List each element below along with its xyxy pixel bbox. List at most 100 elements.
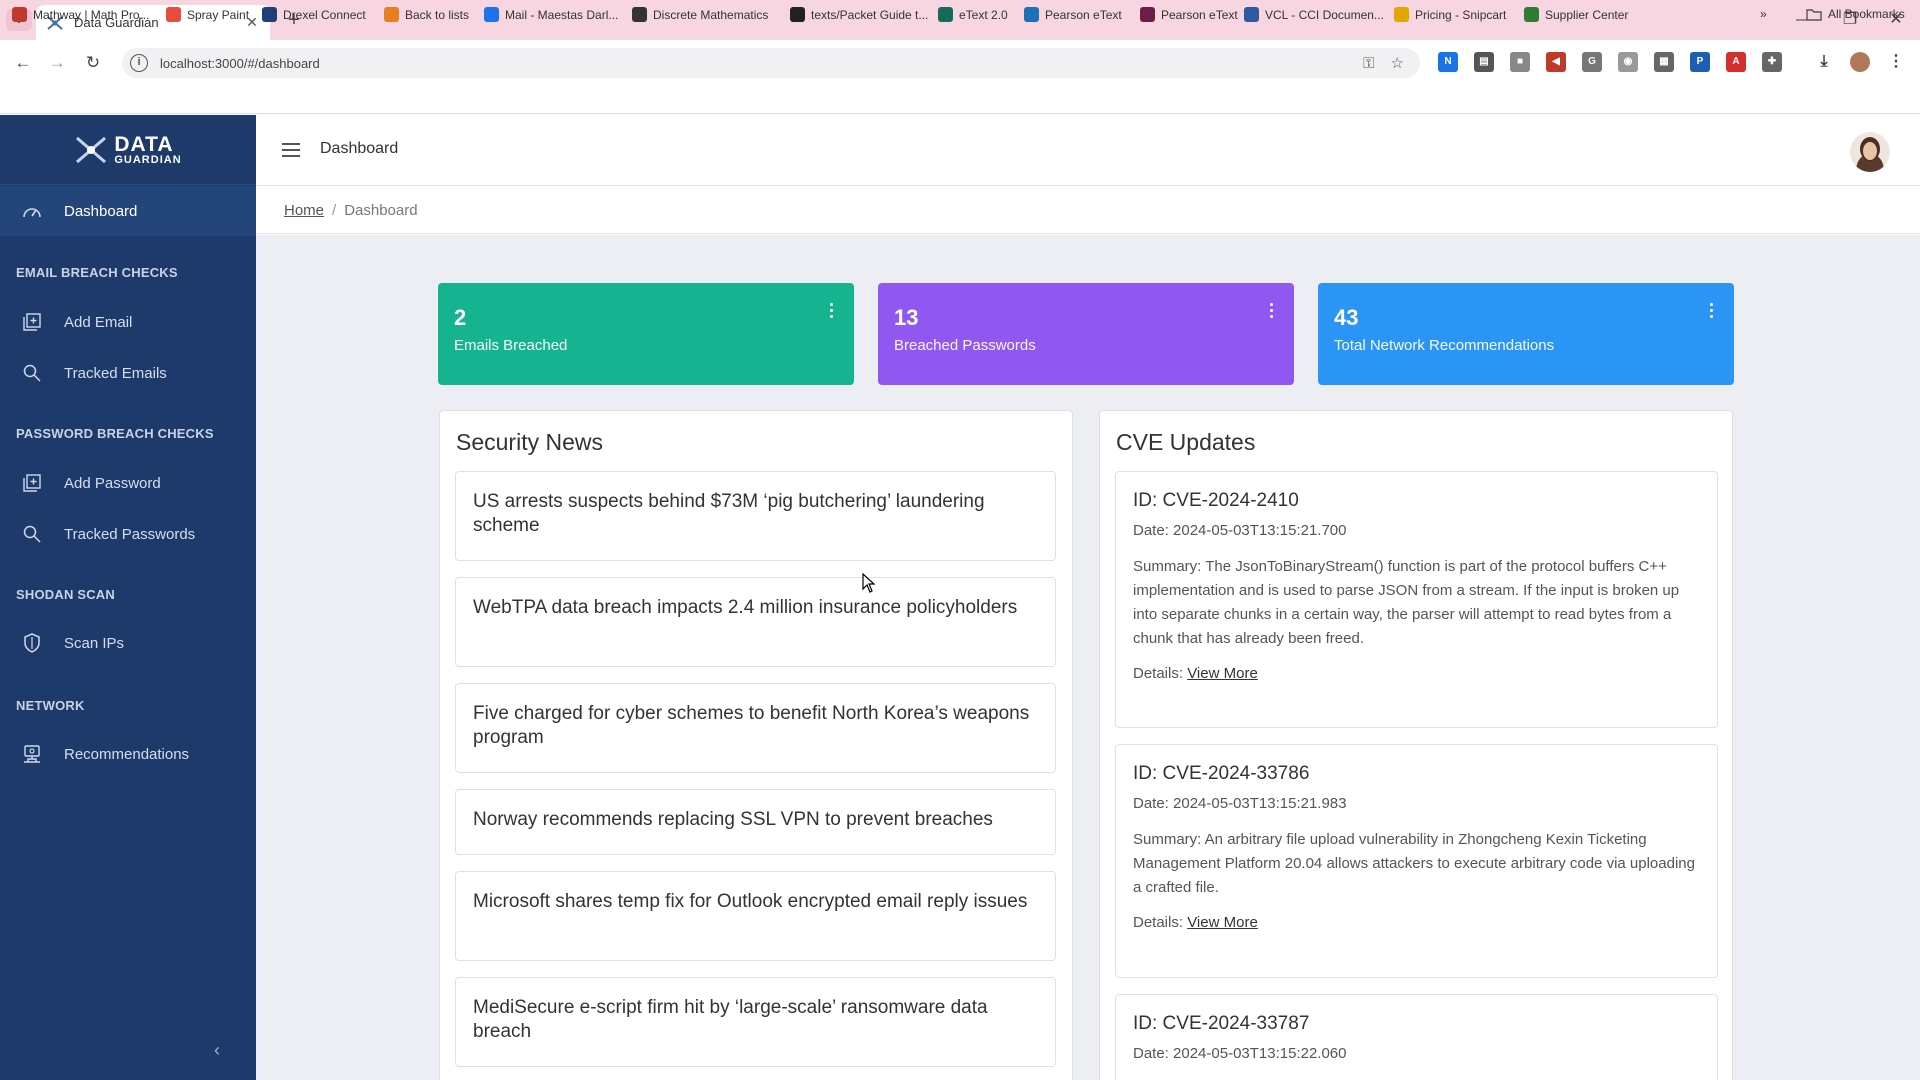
bookmark-favicon-icon — [1140, 7, 1155, 22]
stat-value: 43 — [1334, 305, 1359, 330]
bookmark-star-icon[interactable]: ☆ — [1391, 54, 1404, 72]
stat-card-emails-breached[interactable]: 2 Emails Breached — [438, 283, 854, 385]
bookmark-item[interactable]: Pearson eText — [1024, 7, 1122, 22]
bookmark-item[interactable]: texts/Packet Guide t... — [790, 7, 928, 22]
bookmark-item[interactable]: Discrete Mathematics — [632, 7, 768, 22]
folder-icon — [1806, 8, 1822, 21]
more-options-icon[interactable] — [1270, 303, 1274, 321]
extension-tag-icon[interactable]: ■ — [1510, 52, 1530, 72]
back-button[interactable]: ← — [12, 52, 34, 74]
address-bar[interactable]: i localhost:3000/#/dashboard ⚿ ☆ — [122, 48, 1420, 78]
bookmark-favicon-icon — [384, 7, 399, 22]
sidebar-item-label: Scan IPs — [64, 634, 125, 652]
cve-id: ID: CVE-2024-33787 — [1133, 1013, 1310, 1034]
extension-megaphone-icon[interactable]: ◀ — [1546, 52, 1566, 72]
search-icon — [20, 361, 44, 385]
bookmark-item[interactable]: Mail - Maestas Darl... — [484, 7, 618, 22]
extension-grid-icon[interactable]: ▦ — [1654, 52, 1674, 72]
site-info-icon[interactable]: i — [130, 54, 148, 72]
forward-button[interactable]: → — [46, 52, 68, 74]
news-item[interactable]: MediSecure e-script firm hit by ‘large-s… — [455, 977, 1056, 1067]
bookmark-item[interactable]: Spray Paint — [166, 7, 249, 22]
bookmark-item[interactable]: Pricing - Snipcart — [1394, 7, 1506, 22]
extension-n-icon[interactable]: N — [1438, 52, 1458, 72]
menu-toggle-icon[interactable] — [282, 143, 300, 161]
sidebar-item-add-password[interactable]: Add Password — [0, 458, 256, 508]
section-heading-network: NETWORK — [16, 698, 85, 713]
stat-card-network-recommendations[interactable]: 43 Total Network Recommendations — [1318, 283, 1734, 385]
password-key-icon[interactable]: ⚿ — [1363, 55, 1374, 72]
all-bookmarks-button[interactable]: All Bookmarks — [1806, 7, 1905, 21]
more-options-icon[interactable] — [830, 303, 834, 321]
sidebar-item-dashboard[interactable]: Dashboard — [0, 186, 256, 236]
cve-card: ID: CVE-2024-2410 Date: 2024-05-03T13:15… — [1115, 471, 1718, 728]
news-item[interactable]: Microsoft shares temp fix for Outlook en… — [455, 871, 1056, 961]
bookmark-item[interactable]: Supplier Center — [1524, 7, 1628, 22]
bookmark-favicon-icon — [166, 7, 181, 22]
bookmark-label: Discrete Mathematics — [653, 7, 769, 22]
bookmark-label: texts/Packet Guide t... — [811, 7, 929, 22]
view-more-link[interactable]: View More — [1187, 914, 1258, 931]
add-box-icon — [20, 310, 44, 334]
news-item[interactable]: Five charged for cyber schemes to benefi… — [455, 683, 1056, 773]
stat-label: Total Network Recommendations — [1334, 337, 1555, 354]
stat-card-breached-passwords[interactable]: 13 Breached Passwords — [878, 283, 1294, 385]
stat-value: 2 — [454, 305, 467, 330]
header-title: Dashboard — [320, 140, 399, 157]
download-icon[interactable]: ⤓ — [1814, 52, 1834, 72]
bookmarks-more-button[interactable]: » — [1760, 7, 1767, 21]
user-avatar[interactable] — [1850, 132, 1890, 172]
bookmark-item[interactable]: VCL - CCI Documen... — [1244, 7, 1384, 22]
cve-date: Date: 2024-05-03T13:15:21.983 — [1133, 795, 1347, 812]
sidebar-item-scan-ips[interactable]: Scan IPs — [0, 618, 256, 668]
cve-card: ID: CVE-2024-33787 Date: 2024-05-03T13:1… — [1115, 994, 1718, 1080]
news-item[interactable]: Norway recommends replacing SSL VPN to p… — [455, 789, 1056, 855]
more-options-icon[interactable] — [1710, 303, 1714, 321]
section-heading-password: PASSWORD BREACH CHECKS — [16, 426, 214, 441]
section-heading-shodan: SHODAN SCAN — [16, 587, 115, 602]
sidebar-item-label: Dashboard — [64, 202, 138, 220]
bookmark-item[interactable]: Pearson eText — [1140, 7, 1238, 22]
profile-avatar-icon[interactable] — [1850, 52, 1870, 72]
extensions-puzzle-icon[interactable]: ✚ — [1762, 52, 1782, 72]
brand-name-line2: GUARDIAN — [114, 153, 182, 166]
bookmark-item[interactable]: Mathway | Math Pro... — [12, 7, 150, 22]
cve-details: Details: View More — [1133, 914, 1258, 931]
bookmark-favicon-icon — [484, 7, 499, 22]
news-headline: Five charged for cyber schemes to benefi… — [473, 703, 1030, 748]
sidebar-item-tracked-passwords[interactable]: Tracked Passwords — [0, 509, 256, 559]
bookmark-item[interactable]: eText 2.0 — [938, 7, 1008, 22]
reload-button[interactable]: ↻ — [82, 52, 104, 74]
sidebar-item-label: Tracked Emails — [64, 364, 167, 382]
news-item[interactable]: WebTPA data breach impacts 2.4 million i… — [455, 577, 1056, 667]
cve-details: Details: View More — [1133, 665, 1258, 682]
news-item[interactable]: US arrests suspects behind $73M ‘pig but… — [455, 471, 1056, 561]
brand-logo[interactable]: DATA GUARDIAN — [0, 115, 256, 185]
browser-menu-icon[interactable]: ⋮ — [1886, 52, 1906, 72]
app-header: Dashboard — [256, 115, 1920, 186]
security-news-title: Security News — [456, 429, 603, 455]
extension-reader-icon[interactable]: ▤ — [1474, 52, 1494, 72]
extension-camera-icon[interactable]: ◉ — [1618, 52, 1638, 72]
bookmark-label: Mathway | Math Pro... — [33, 7, 150, 22]
extension-pdf-icon[interactable]: P — [1690, 52, 1710, 72]
extension-refresh-icon[interactable]: G — [1582, 52, 1602, 72]
bookmark-label: Supplier Center — [1545, 7, 1629, 22]
bookmark-favicon-icon — [262, 7, 277, 22]
breadcrumb-home-link[interactable]: Home — [284, 202, 324, 219]
bookmark-item[interactable]: Back to lists — [384, 7, 469, 22]
view-more-link[interactable]: View More — [1187, 665, 1258, 682]
news-headline: WebTPA data breach impacts 2.4 million i… — [473, 597, 1018, 618]
extension-acrobat-icon[interactable]: A — [1726, 52, 1746, 72]
bookmark-label: Drexel Connect — [283, 7, 366, 22]
sidebar-item-recommendations[interactable]: Recommendations — [0, 729, 256, 779]
cve-updates-title: CVE Updates — [1116, 429, 1256, 455]
cve-date: Date: 2024-05-03T13:15:22.060 — [1133, 1045, 1347, 1062]
sidebar-collapse-button[interactable]: ‹ — [214, 1040, 220, 1061]
bookmark-item[interactable]: Drexel Connect — [262, 7, 366, 22]
sidebar-item-label: Add Password — [64, 474, 161, 492]
url-text: localhost:3000/#/dashboard — [160, 55, 320, 71]
sidebar-item-add-email[interactable]: Add Email — [0, 297, 256, 347]
sidebar-item-tracked-emails[interactable]: Tracked Emails — [0, 348, 256, 398]
bookmark-favicon-icon — [1244, 7, 1259, 22]
